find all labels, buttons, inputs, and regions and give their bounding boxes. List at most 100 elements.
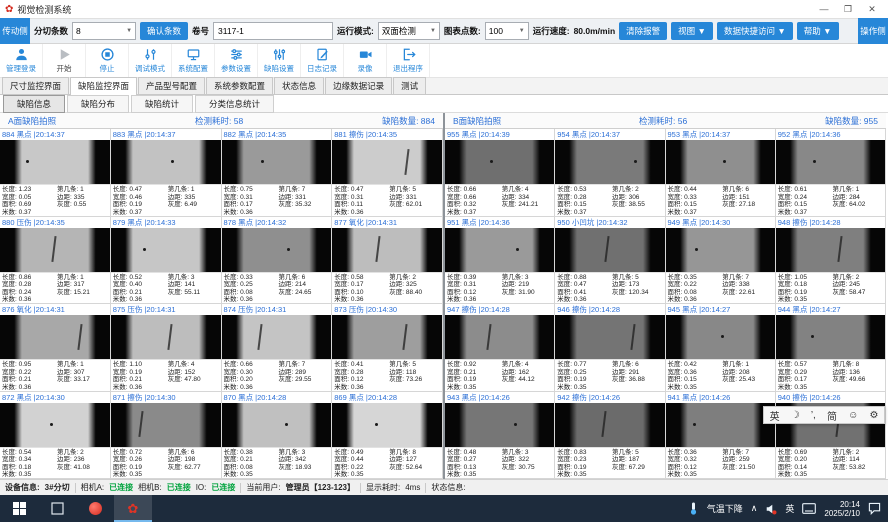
defect-cell-header: 944 黑点 |20:14:27 <box>776 304 885 315</box>
speaker-icon[interactable] <box>765 503 777 515</box>
defect-cell[interactable]: 955 黑点 |20:14:39 长度: 0.66 宽度: 0.66 面积: 0… <box>445 129 555 217</box>
defect-cell[interactable]: 941 黑点 |20:14:26 长度: 0.36 宽度: 0.32 面积: 0… <box>666 392 776 480</box>
defect-cell[interactable]: 948 擦伤 |20:14:28 长度: 1.05 宽度: 0.18 面积: 0… <box>776 217 886 305</box>
defect-image <box>0 403 110 447</box>
tab-item-2[interactable]: 产品型号配置 <box>138 77 205 94</box>
keyboard-icon[interactable] <box>802 503 816 514</box>
maximize-button[interactable]: ❐ <box>837 2 859 16</box>
chart-points-select[interactable]: 100▼ <box>485 22 529 40</box>
run-mode-select[interactable]: 双面检测▼ <box>378 22 440 40</box>
split-count-select[interactable]: 8▼ <box>72 22 136 40</box>
defect-length: 长度: 1.23 <box>2 186 57 194</box>
record-video-button[interactable]: 录像 <box>344 44 387 77</box>
drive-side-button[interactable]: 传动侧 <box>0 18 30 44</box>
tab-item-1[interactable]: 缺陷监控界面 <box>70 77 137 95</box>
defect-cell[interactable]: 952 黑点 |20:14:36 长度: 0.61 宽度: 0.24 面积: 0… <box>776 129 886 217</box>
defect-cell[interactable]: 869 黑点 |20:14:28 长度: 0.49 宽度: 0.44 面积: 0… <box>332 392 443 480</box>
defect-length: 长度: 0.66 <box>224 361 279 369</box>
defect-cell[interactable]: 950 小凹坑 |20:14:32 长度: 0.88 宽度: 0.47 面积: … <box>555 217 665 305</box>
stab-item-2[interactable]: 缺陷统计 <box>131 95 193 113</box>
defect-cell[interactable]: 873 压伤 |20:14:30 长度: 0.41 宽度: 0.28 面积: 0… <box>332 304 443 392</box>
defect-cell[interactable]: 879 黑点 |20:14:33 长度: 0.52 宽度: 0.40 面积: 0… <box>111 217 222 305</box>
pinned-app-button[interactable] <box>76 495 114 522</box>
defect-cell-header: 879 黑点 |20:14:33 <box>111 217 221 228</box>
imeitem-item-0[interactable]: 英 <box>770 408 780 423</box>
stab-item-0[interactable]: 缺陷信息 <box>3 95 65 113</box>
start-button[interactable] <box>0 495 38 522</box>
operator-side-button[interactable]: 操作侧 <box>858 18 888 44</box>
defect-image <box>445 403 554 447</box>
defect-cell-header: 947 擦伤 |20:14:28 <box>445 304 554 315</box>
tab-item-3[interactable]: 系统参数配置 <box>206 77 273 94</box>
defect-cell[interactable]: 872 黑点 |20:14:30 长度: 0.54 宽度: 0.34 面积: 0… <box>0 392 111 480</box>
imeitem-item-4[interactable]: ☺ <box>848 410 858 421</box>
defect-cell[interactable]: 953 黑点 |20:14:37 长度: 0.44 宽度: 0.33 面积: 0… <box>666 129 776 217</box>
defect-cell[interactable]: 949 黑点 |20:14:30 长度: 0.35 宽度: 0.22 面积: 0… <box>666 217 776 305</box>
start-button[interactable]: 开始 <box>43 44 86 77</box>
stab-item-3[interactable]: 分类信息统计 <box>195 95 274 113</box>
ime-language-badge[interactable]: 英 <box>785 502 794 515</box>
defect-cell[interactable]: 940 擦伤 |20:14:26 长度: 0.69 宽度: 0.20 面积: 0… <box>776 392 886 480</box>
weather-text[interactable]: 气温下降 <box>707 502 743 515</box>
hidden-icons-chevron[interactable]: ∧ <box>751 503 758 514</box>
notification-icon[interactable] <box>868 502 881 515</box>
inspection-app-button[interactable]: ✿ <box>114 495 152 522</box>
defect-margin: 边距: 114 <box>832 456 883 464</box>
defect-cell-header: 882 黑点 |20:14:35 <box>222 129 332 140</box>
confirm-count-button[interactable]: 确认条数 <box>140 22 188 40</box>
defect-cell[interactable]: 942 擦伤 |20:14:26 长度: 0.83 宽度: 0.23 面积: 0… <box>555 392 665 480</box>
defect-length: 长度: 0.86 <box>2 274 57 282</box>
view-menu-button[interactable]: 视图 ▼ <box>671 22 713 40</box>
tab-item-0[interactable]: 尺寸监控界面 <box>2 77 69 94</box>
close-button[interactable]: ✕ <box>861 2 883 16</box>
defect-cell[interactable]: 871 擦伤 |20:14:30 长度: 0.72 宽度: 0.26 面积: 0… <box>111 392 222 480</box>
imeitem-item-3[interactable]: 简 <box>827 408 837 423</box>
defect-meter: 米数: 0.37 <box>668 209 723 217</box>
defect-image <box>222 403 332 447</box>
defect-cell[interactable]: 944 黑点 |20:14:27 长度: 0.57 宽度: 0.29 面积: 0… <box>776 304 886 392</box>
defect-width: 宽度: 0.27 <box>447 456 502 464</box>
log-record-button[interactable]: 日志记录 <box>301 44 344 77</box>
tab-item-5[interactable]: 边缘数据记录 <box>325 77 392 94</box>
defect-cell[interactable]: 878 黑点 |20:14:32 长度: 0.33 宽度: 0.25 面积: 0… <box>222 217 333 305</box>
debug-mode-button[interactable]: 调试模式 <box>129 44 172 77</box>
imeitem-item-2[interactable]: ’, <box>811 410 816 421</box>
data-quick-access-button[interactable]: 数据快捷访问 ▼ <box>717 22 793 40</box>
defect-cell[interactable]: 874 压伤 |20:14:31 长度: 0.66 宽度: 0.30 面积: 0… <box>222 304 333 392</box>
defect-cell[interactable]: 882 黑点 |20:14:35 长度: 0.75 宽度: 0.31 面积: 0… <box>222 129 333 217</box>
minimize-button[interactable]: — <box>813 2 835 16</box>
imeitem-item-1[interactable]: ☽ <box>791 410 800 421</box>
defect-cell[interactable]: 875 压伤 |20:14:31 长度: 1.10 宽度: 0.19 面积: 0… <box>111 304 222 392</box>
exit-program-button[interactable]: 退出程序 <box>387 44 430 77</box>
clear-alarm-button[interactable]: 清除报警 <box>619 22 667 40</box>
defect-length: 长度: 1.05 <box>778 274 833 282</box>
defect-gray: 灰度: 41.08 <box>57 464 108 472</box>
admin-login-button[interactable]: 管理登录 <box>0 44 43 77</box>
tab-item-4[interactable]: 状态信息 <box>274 77 324 94</box>
defect-cell[interactable]: 884 黑点 |20:14:37 长度: 1.23 宽度: 0.05 面积: 0… <box>0 129 111 217</box>
defect-cell[interactable]: 947 擦伤 |20:14:28 长度: 0.92 宽度: 0.21 面积: 0… <box>445 304 555 392</box>
roll-number-input[interactable]: 3117-1 <box>213 22 333 40</box>
imeitem-item-5[interactable]: ⚙ <box>869 410 878 421</box>
defect-cell[interactable]: 883 黑点 |20:14:37 长度: 0.47 宽度: 0.46 面积: 0… <box>111 129 222 217</box>
defect-cell[interactable]: 880 压伤 |20:14:35 长度: 0.86 宽度: 0.28 面积: 0… <box>0 217 111 305</box>
defect-cell[interactable]: 945 黑点 |20:14:27 长度: 0.42 宽度: 0.36 面积: 0… <box>666 304 776 392</box>
defect-cell[interactable]: 943 黑点 |20:14:26 长度: 0.48 宽度: 0.27 面积: 0… <box>445 392 555 480</box>
defect-cell[interactable]: 870 黑点 |20:14:28 长度: 0.38 宽度: 0.21 面积: 0… <box>222 392 333 480</box>
defect-cell[interactable]: 881 擦伤 |20:14:35 长度: 0.47 宽度: 0.31 面积: 0… <box>332 129 443 217</box>
defect-length: 长度: 0.33 <box>224 274 279 282</box>
defect-cell[interactable]: 876 氧化 |20:14:31 长度: 0.95 宽度: 0.22 面积: 0… <box>0 304 111 392</box>
stab-item-1[interactable]: 缺陷分布 <box>67 95 129 113</box>
parameter-settings-button[interactable]: 参数设置 <box>215 44 258 77</box>
defect-settings-button[interactable]: 缺陷设置 <box>258 44 301 77</box>
stop-button[interactable]: 停止 <box>86 44 129 77</box>
defect-cell[interactable]: 951 黑点 |20:14:36 长度: 0.39 宽度: 0.31 面积: 0… <box>445 217 555 305</box>
tab-item-6[interactable]: 测试 <box>393 77 426 94</box>
system-config-button[interactable]: 系统配置 <box>172 44 215 77</box>
defect-cell[interactable]: 877 氧化 |20:14:31 长度: 0.58 宽度: 0.17 面积: 0… <box>332 217 443 305</box>
taskbar-clock[interactable]: 20:14 2025/2/10 <box>824 500 860 518</box>
task-view-button[interactable] <box>38 495 76 522</box>
defect-cell[interactable]: 954 黑点 |20:14:37 长度: 0.53 宽度: 0.28 面积: 0… <box>555 129 665 217</box>
defect-cell[interactable]: 946 擦伤 |20:14:28 长度: 0.77 宽度: 0.25 面积: 0… <box>555 304 665 392</box>
help-menu-button[interactable]: 帮助 ▼ <box>797 22 839 40</box>
